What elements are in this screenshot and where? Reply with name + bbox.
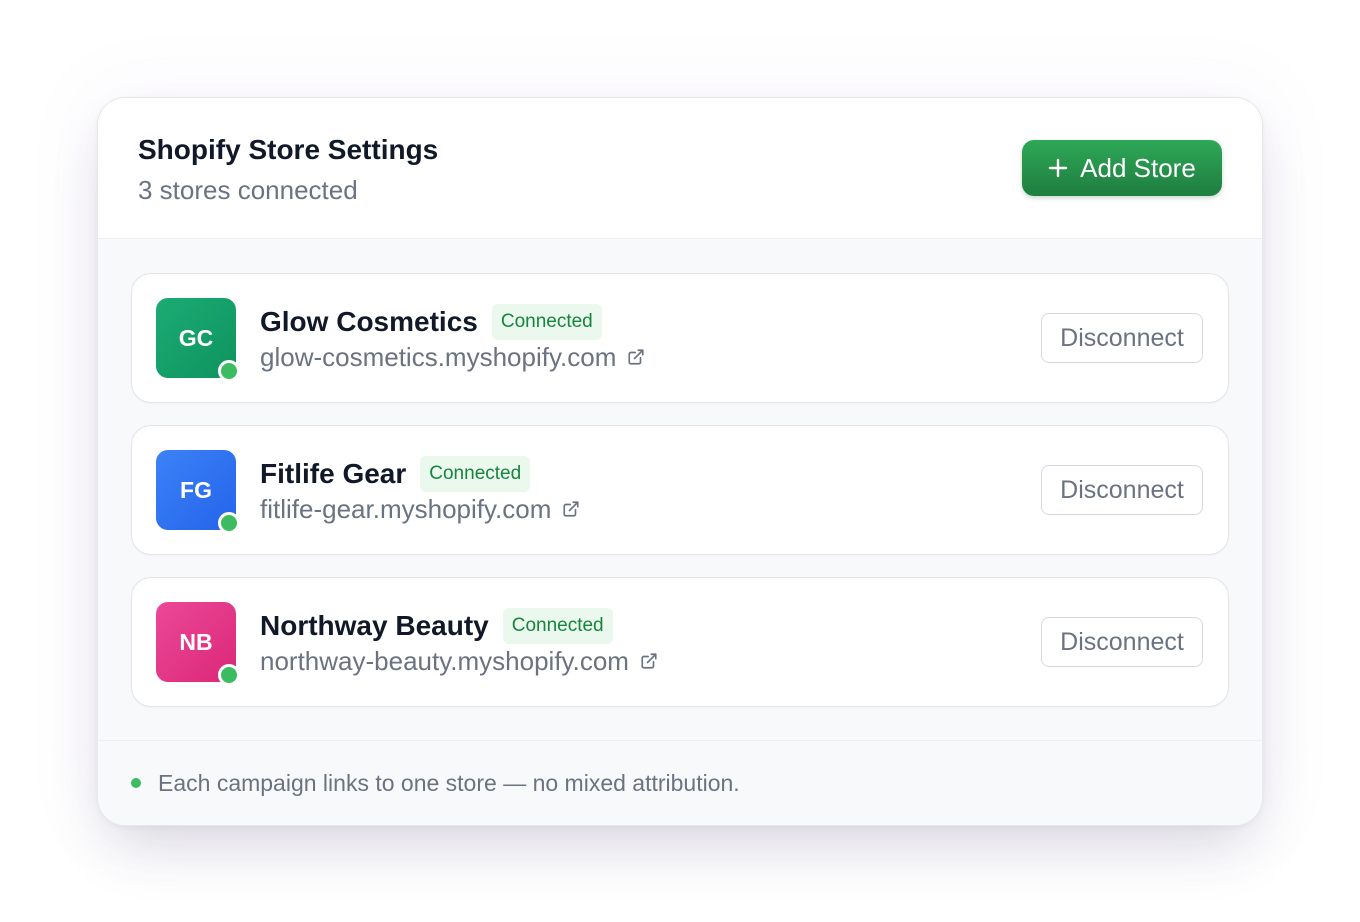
store-card: NB Northway Beauty Connected northway-be… xyxy=(131,577,1229,707)
disconnect-button[interactable]: Disconnect xyxy=(1041,465,1203,515)
store-domain-link[interactable]: fitlife-gear.myshopify.com xyxy=(260,494,580,524)
external-link-icon[interactable] xyxy=(640,652,658,670)
info-dot-icon xyxy=(131,778,141,788)
store-initials: NB xyxy=(179,628,213,655)
store-name: Northway Beauty xyxy=(260,610,489,641)
add-store-label: Add Store xyxy=(1080,152,1196,183)
store-domain: northway-beauty.myshopify.com xyxy=(260,646,629,676)
external-link-icon[interactable] xyxy=(627,348,645,366)
store-initials: FG xyxy=(180,476,212,503)
store-card: GC Glow Cosmetics Connected glow-cosmeti… xyxy=(131,273,1229,403)
disconnect-button[interactable]: Disconnect xyxy=(1041,313,1203,363)
store-card: FG Fitlife Gear Connected fitlife-gear.m… xyxy=(131,425,1229,555)
external-link-icon[interactable] xyxy=(562,500,580,518)
status-badge: Connected xyxy=(420,456,531,492)
online-status-dot xyxy=(218,512,240,534)
store-avatar: NB xyxy=(156,602,240,686)
store-domain: glow-cosmetics.myshopify.com xyxy=(260,342,617,372)
store-initials: GC xyxy=(178,324,214,351)
online-status-dot xyxy=(218,664,240,686)
add-store-button[interactable]: Add Store xyxy=(1022,140,1222,196)
store-info: Glow Cosmetics Connected glow-cosmetics.… xyxy=(260,304,645,372)
status-badge: Connected xyxy=(502,608,613,644)
plus-icon xyxy=(1048,158,1068,178)
online-status-dot xyxy=(218,360,240,382)
status-badge: Connected xyxy=(491,304,602,340)
store-domain-link[interactable]: glow-cosmetics.myshopify.com xyxy=(260,342,645,372)
store-avatar: FG xyxy=(156,450,240,534)
panel-header: Shopify Store Settings 3 stores connecte… xyxy=(98,98,1262,239)
disconnect-button[interactable]: Disconnect xyxy=(1041,617,1203,667)
store-name-row: Fitlife Gear Connected xyxy=(260,456,580,492)
store-domain-link[interactable]: northway-beauty.myshopify.com xyxy=(260,646,658,676)
store-avatar: GC xyxy=(156,298,240,382)
store-settings-panel: Shopify Store Settings 3 stores connecte… xyxy=(97,97,1263,826)
store-domain: fitlife-gear.myshopify.com xyxy=(260,494,552,524)
store-info: Fitlife Gear Connected fitlife-gear.mysh… xyxy=(260,456,580,524)
store-name-row: Northway Beauty Connected xyxy=(260,608,658,644)
store-info: Northway Beauty Connected northway-beaut… xyxy=(260,608,658,676)
store-name-row: Glow Cosmetics Connected xyxy=(260,304,645,340)
store-list: GC Glow Cosmetics Connected glow-cosmeti… xyxy=(98,239,1262,740)
footer-note: Each campaign links to one store — no mi… xyxy=(158,769,740,796)
store-name: Fitlife Gear xyxy=(260,458,407,489)
store-name: Glow Cosmetics xyxy=(260,306,478,337)
panel-footer: Each campaign links to one store — no mi… xyxy=(98,740,1262,825)
